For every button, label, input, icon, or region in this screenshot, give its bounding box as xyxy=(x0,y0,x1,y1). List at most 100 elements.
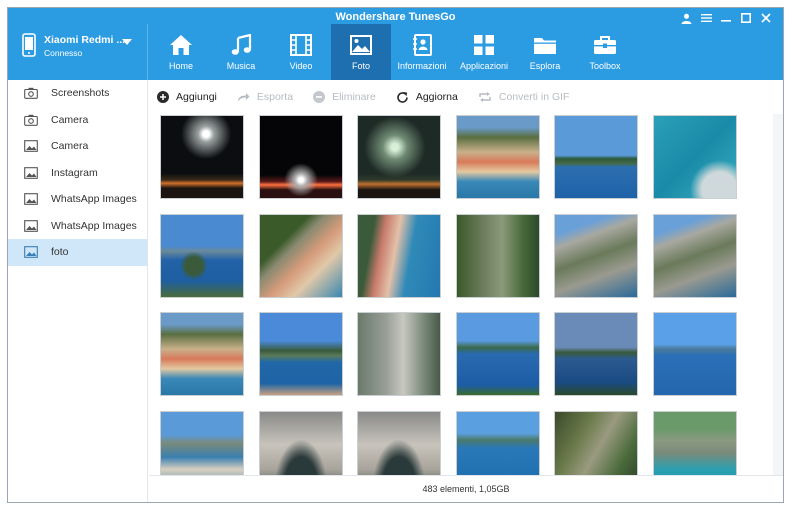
header-bar: Wondershare TunesGo Xiaomi Redmi ... Con… xyxy=(8,8,783,80)
refresh-button[interactable]: Aggiorna xyxy=(396,91,458,104)
sidebar-item-camera-2[interactable]: Camera xyxy=(8,133,147,160)
chevron-down-icon[interactable] xyxy=(122,39,132,45)
album-sidebar: Screenshots Camera Camera Instagram What… xyxy=(8,80,148,502)
film-icon xyxy=(290,32,312,58)
image-icon xyxy=(24,140,38,153)
nav-label: Informazioni xyxy=(397,61,447,71)
photo-thumbnail[interactable] xyxy=(258,115,343,199)
photo-thumbnail[interactable] xyxy=(357,115,441,199)
refresh-icon xyxy=(397,91,408,103)
photo-thumbnail[interactable] xyxy=(652,115,737,199)
nav-label: Video xyxy=(289,61,313,71)
nav-explore[interactable]: Esplora xyxy=(515,24,575,80)
convert-gif-button[interactable]: Converti in GIF xyxy=(478,91,570,103)
plus-circle-icon xyxy=(157,91,169,103)
menu-icon[interactable] xyxy=(697,10,715,26)
account-icon[interactable] xyxy=(677,10,695,26)
photo-thumbnail[interactable] xyxy=(160,115,244,199)
sidebar-item-label: WhatsApp Images xyxy=(51,193,137,206)
sidebar-item-label: Camera xyxy=(51,140,89,153)
image-icon xyxy=(24,246,38,259)
app-window: Wondershare TunesGo Xiaomi Redmi ... Con… xyxy=(7,7,784,503)
status-text: 483 elementi, 1,05GB xyxy=(422,484,510,494)
nav-label: Foto xyxy=(351,61,370,71)
delete-button[interactable]: Eliminare xyxy=(313,91,376,103)
sidebar-item-camera[interactable]: Camera xyxy=(8,107,147,134)
photo-thumbnail[interactable] xyxy=(455,312,540,396)
app-title: Wondershare TunesGo xyxy=(335,11,456,23)
convert-loop-icon xyxy=(479,92,491,102)
nav-home[interactable]: Home xyxy=(151,24,211,80)
image-icon xyxy=(24,193,38,206)
nav-photo[interactable]: Foto xyxy=(331,24,391,80)
photo-thumbnail[interactable] xyxy=(357,213,441,298)
photo-thumbnail[interactable] xyxy=(554,115,638,199)
close-icon[interactable] xyxy=(757,10,775,26)
photo-thumbnail[interactable] xyxy=(455,410,540,478)
photo-thumbnail[interactable] xyxy=(652,410,737,478)
nav-label: Home xyxy=(168,61,193,71)
image-icon xyxy=(24,219,38,232)
add-button[interactable]: Aggiungi xyxy=(157,91,217,103)
photo-thumbnail[interactable] xyxy=(554,213,638,298)
photo-thumbnail[interactable] xyxy=(258,312,343,396)
photo-thumbnail[interactable] xyxy=(357,312,441,396)
minus-circle-icon xyxy=(313,91,326,103)
nav-video[interactable]: Video xyxy=(271,24,331,80)
scrollbar[interactable] xyxy=(773,114,783,480)
photo-icon xyxy=(350,32,372,58)
add-label: Aggiungi xyxy=(176,91,217,103)
photo-thumbnail[interactable] xyxy=(455,115,540,199)
photo-thumbnail[interactable] xyxy=(160,312,244,396)
export-button[interactable]: Esporta xyxy=(237,91,293,103)
photo-thumbnail[interactable] xyxy=(160,213,244,298)
nav-music[interactable]: Musica xyxy=(211,24,271,80)
nav-information[interactable]: Informazioni xyxy=(391,24,453,80)
nav-applications[interactable]: Applicazioni xyxy=(453,24,515,80)
photo-thumbnail[interactable] xyxy=(455,213,540,298)
sidebar-item-label: Camera xyxy=(51,113,89,126)
sidebar-item-instagram[interactable]: Instagram xyxy=(8,160,147,187)
photo-thumbnail[interactable] xyxy=(554,410,638,478)
nav-toolbox[interactable]: Toolbox xyxy=(575,24,635,80)
music-note-icon xyxy=(230,32,252,58)
minimize-icon[interactable] xyxy=(717,10,735,26)
nav-label: Musica xyxy=(226,61,256,71)
sidebar-item-label: Instagram xyxy=(51,166,98,179)
device-selector[interactable]: Xiaomi Redmi ... Connesso xyxy=(8,24,148,80)
photo-thumbnail[interactable] xyxy=(160,410,244,478)
home-icon xyxy=(169,32,193,58)
main-nav: Home Musica Video Foto Informazioni Appl… xyxy=(151,24,635,80)
toolbox-icon xyxy=(593,32,617,58)
nav-label: Toolbox xyxy=(589,61,621,71)
export-arrow-icon xyxy=(237,93,250,102)
contacts-book-icon xyxy=(412,32,432,58)
device-status: Connesso xyxy=(44,48,83,58)
camera-icon xyxy=(24,114,38,126)
sidebar-item-whatsapp-images[interactable]: WhatsApp Images xyxy=(8,186,147,213)
nav-label: Applicazioni xyxy=(459,61,509,71)
refresh-label: Aggiorna xyxy=(415,91,458,103)
convert-label: Converti in GIF xyxy=(498,91,570,103)
image-icon xyxy=(24,166,38,179)
status-bar: 483 elementi, 1,05GB xyxy=(149,475,783,502)
photo-thumbnail[interactable] xyxy=(652,213,737,298)
delete-label: Eliminare xyxy=(332,91,376,103)
photo-thumbnail[interactable] xyxy=(258,213,343,298)
device-name: Xiaomi Redmi ... xyxy=(44,34,126,46)
camera-icon xyxy=(24,88,38,100)
sidebar-item-label: foto xyxy=(51,246,69,259)
photo-thumbnail[interactable] xyxy=(652,312,737,396)
sidebar-item-label: Screenshots xyxy=(51,87,110,100)
photo-thumbnail[interactable] xyxy=(258,410,343,478)
nav-label: Esplora xyxy=(529,61,561,71)
phone-icon xyxy=(22,33,36,57)
photo-thumbnail[interactable] xyxy=(357,410,441,478)
sidebar-item-screenshots[interactable]: Screenshots xyxy=(8,80,147,107)
sidebar-item-whatsapp-images-2[interactable]: WhatsApp Images xyxy=(8,213,147,240)
sidebar-item-foto[interactable]: foto xyxy=(8,239,147,266)
window-controls xyxy=(677,10,775,26)
photo-thumbnail[interactable] xyxy=(554,312,638,396)
apps-grid-icon xyxy=(473,32,495,58)
maximize-icon[interactable] xyxy=(737,10,755,26)
